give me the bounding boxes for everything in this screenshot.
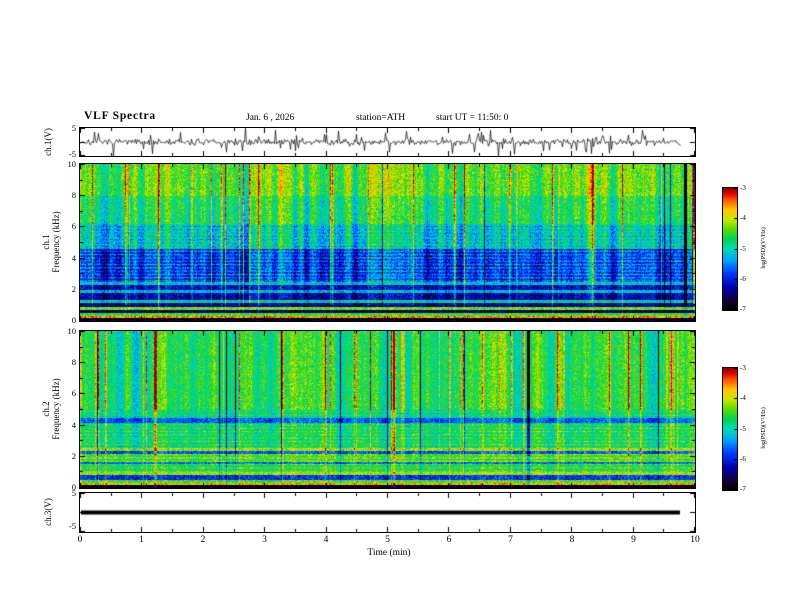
ch1-frequency-tick-label: 6 xyxy=(71,221,76,232)
ch1-waveform-axis-label: ch.1(V) xyxy=(43,128,53,156)
ch1-colorbar-tick-label: -4 xyxy=(740,214,746,223)
ch1-colorbar-tick-label: -6 xyxy=(740,274,746,283)
ch2-colorbar-tick-label: -4 xyxy=(740,394,746,403)
ch1-spectrogram-canvas xyxy=(79,163,696,322)
ch2-colorbar-tick-label: -6 xyxy=(740,454,746,463)
ch2-frequency-tick-label: 6 xyxy=(71,388,76,399)
ch2-frequency-label: Frequency (kHz) xyxy=(51,378,61,440)
time-axis-label: Time (min) xyxy=(367,548,411,558)
time-tick-label: 7 xyxy=(508,535,513,545)
time-tick-label: 2 xyxy=(200,535,206,545)
ch1-frequency-tick-label: 8 xyxy=(71,190,76,201)
ch2-colorbar-tick-label: -3 xyxy=(740,364,746,372)
ch1-colorbar-tick-label: -7 xyxy=(740,305,746,313)
time-tick-label: 5 xyxy=(385,535,390,545)
figure-title: VLF Spectra xyxy=(84,110,156,122)
ch1-colorbar-label: log(PSD)(V²/Hz) xyxy=(761,227,767,269)
station-label: station=ATH xyxy=(356,113,406,123)
ch1-waveform-canvas xyxy=(79,127,696,157)
ch1-colorbar-tick-label: -5 xyxy=(740,244,746,253)
vlf-spectra-figure: VLF Spectra Jan. 6 , 2026 station=ATH st… xyxy=(0,0,792,612)
ch2-frequency-tick-label: 4 xyxy=(71,419,76,430)
ch1-colorbar-tick-label: -3 xyxy=(740,184,746,192)
ch2-colorbar-tick-label: -7 xyxy=(740,485,746,493)
ch1-frequency-tick-label: 10 xyxy=(67,159,77,169)
ch3-waveform-canvas xyxy=(79,492,696,533)
ch1-colorbar-canvas xyxy=(722,187,738,311)
ch3-axis-label: ch.3(V) xyxy=(43,498,53,526)
ch2-frequency-tick-label: 10 xyxy=(67,326,77,336)
time-tick-label: 9 xyxy=(631,535,636,545)
ch1-channel-label: ch.1 xyxy=(41,234,51,250)
time-tick-label: 8 xyxy=(569,535,575,545)
ch1-frequency-tick-label: 2 xyxy=(71,283,76,294)
ch2-colorbar-canvas xyxy=(722,367,738,491)
time-tick-label: 3 xyxy=(262,535,267,545)
ch2-frequency-tick-label: 2 xyxy=(71,450,76,461)
ch2-frequency-tick-label: 8 xyxy=(71,357,76,368)
ch2-spectrogram-canvas xyxy=(79,330,696,489)
ch2-spectrogram-axis-label: ch.2 Frequency (kHz) xyxy=(41,364,61,454)
ch1-waveform-ymax-label: 5 xyxy=(71,123,76,133)
ch2-colorbar-tick-label: -5 xyxy=(740,424,746,433)
ch2-channel-label: ch.2 xyxy=(41,401,51,417)
date-label: Jan. 6 , 2026 xyxy=(246,113,295,123)
ch1-spectrogram-axis-label: ch.1 Frequency (kHz) xyxy=(41,197,61,287)
time-tick-label: 1 xyxy=(139,535,144,545)
ch2-frequency-tick-label: 0 xyxy=(71,482,76,492)
time-tick-label: 6 xyxy=(446,535,452,545)
ch1-waveform-ymin-label: -5 xyxy=(68,149,76,159)
time-tick-label: 0 xyxy=(77,535,83,545)
ch2-colorbar-label: log(PSD)(V²/Hz) xyxy=(761,407,767,449)
ch1-frequency-label: Frequency (kHz) xyxy=(51,211,61,273)
ch1-frequency-tick-label: 0 xyxy=(71,315,76,325)
ch1-frequency-tick-label: 4 xyxy=(71,252,76,263)
start-ut-label: start UT = 11:50: 0 xyxy=(436,113,509,123)
time-tick-label: 4 xyxy=(323,535,329,545)
time-tick-label: 10 xyxy=(690,535,700,545)
ch3-ymin-label: -5 xyxy=(68,521,76,531)
